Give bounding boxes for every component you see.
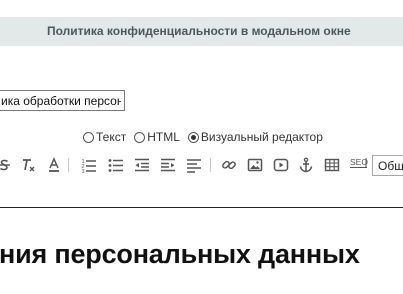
radio-circle[interactable]	[83, 131, 94, 143]
anchor-icon[interactable]	[297, 156, 315, 174]
mode-html-label: HTML	[147, 130, 180, 144]
table-icon[interactable]	[323, 156, 341, 174]
radio-circle-checked[interactable]	[187, 131, 199, 143]
svg-text:3: 3	[82, 169, 85, 173]
policy-name-input[interactable]	[0, 90, 125, 111]
clear-format-icon[interactable]	[19, 156, 37, 174]
radio-circle[interactable]	[134, 131, 146, 143]
mode-visual-label: Визуальный редактор	[200, 130, 323, 144]
document-heading: ния персональных данных	[0, 239, 360, 269]
mode-text-option[interactable]: Текст	[83, 130, 126, 144]
outdent-icon[interactable]	[133, 156, 151, 174]
editor-toolbar: 123 SEO Общ	[0, 153, 403, 179]
strikethrough-icon[interactable]	[0, 156, 13, 174]
toolbar-divider	[68, 158, 69, 172]
mode-text-label: Текст	[96, 130, 127, 144]
align-icon[interactable]	[185, 156, 203, 174]
editor-mode-radio-group: Текст HTML Визуальный редактор	[83, 129, 331, 145]
bullet-list-icon[interactable]	[107, 156, 125, 174]
paragraph-format-select[interactable]: Общ	[372, 155, 403, 176]
link-icon[interactable]	[220, 156, 238, 174]
toolbar-divider	[210, 158, 211, 172]
video-icon[interactable]	[272, 156, 290, 174]
seo-icon[interactable]: SEO	[349, 156, 369, 174]
editor-divider	[0, 207, 403, 208]
font-color-icon[interactable]	[45, 156, 63, 174]
indent-icon[interactable]	[159, 156, 177, 174]
numbered-list-icon[interactable]: 123	[80, 156, 98, 174]
mode-html-option[interactable]: HTML	[134, 130, 180, 144]
mode-visual-option[interactable]: Визуальный редактор	[187, 130, 323, 144]
image-icon[interactable]	[246, 156, 264, 174]
page-title: Политика конфиденциальности в модальном …	[47, 24, 351, 38]
header-band: Политика конфиденциальности в модальном …	[0, 17, 403, 46]
